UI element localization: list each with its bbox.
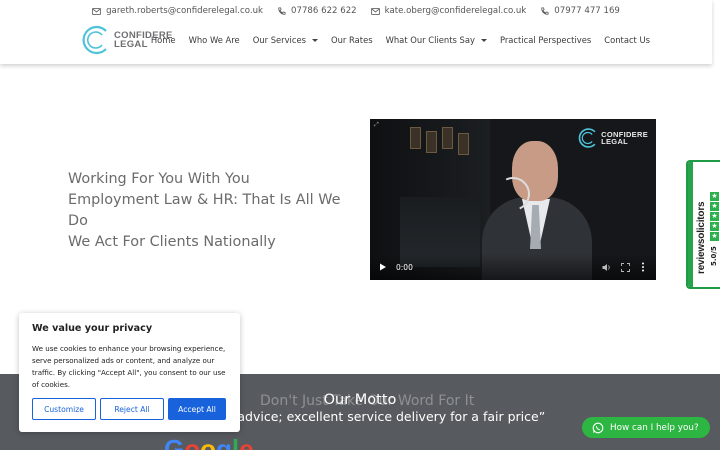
fullscreen-icon[interactable]	[620, 262, 630, 272]
badge-accent-bar	[688, 162, 693, 287]
hero-line-3: We Act For Clients Nationally	[68, 234, 276, 250]
nav-label: Contact Us	[604, 35, 650, 45]
video-scene-frame	[410, 127, 421, 149]
nav-label: Our Rates	[331, 35, 373, 45]
volume-icon[interactable]	[602, 262, 612, 272]
nav-our-rates[interactable]: Our Rates	[331, 35, 373, 45]
hero-line-1: Working For You With You	[68, 171, 250, 187]
nav-label: Who We Are	[188, 35, 240, 45]
whatsapp-label: How can I help you?	[610, 422, 699, 433]
chevron-down-icon	[312, 38, 319, 42]
customize-button[interactable]: Customize	[32, 398, 96, 420]
contact-phone-gareth[interactable]: 07786 622 622	[277, 6, 357, 16]
nav-practical-perspectives[interactable]: Practical Perspectives	[500, 35, 591, 45]
nav-who-we-are[interactable]: Who We Are	[189, 35, 240, 45]
logo-c-icon	[82, 25, 107, 55]
envelope-icon	[92, 7, 101, 15]
google-logo: Google	[164, 434, 254, 450]
logo-c-icon	[578, 128, 596, 148]
contact-email-gareth[interactable]: gareth.roberts@confiderelegal.co.uk	[92, 6, 263, 16]
contact-phone-text: 07977 477 169	[554, 6, 620, 16]
nav-label: Home	[150, 35, 176, 45]
cookie-consent-banner: We value your privacy We use cookies to …	[19, 313, 240, 432]
star-icon: ★	[710, 212, 719, 221]
contact-phone-text: 07786 622 622	[291, 6, 357, 16]
nav-label: Our Services	[252, 35, 307, 45]
chevron-down-icon	[480, 38, 487, 42]
whatsapp-icon	[592, 422, 604, 433]
video-scene-frame	[442, 127, 453, 149]
star-icon: ★	[710, 202, 719, 211]
motto-quote: y advice; excellent service delivery for…	[226, 409, 546, 424]
badge-score-value: 5.0	[710, 253, 718, 266]
page: gareth.roberts@confiderelegal.co.uk 0778…	[0, 0, 720, 450]
hero-line-2: Employment Law & HR: That Is All We Do	[68, 192, 341, 229]
badge-brand-text: reviewsolicitors	[696, 201, 707, 274]
badge-stars: ★ ★ ★ ★ ★	[710, 192, 719, 241]
review-solicitors-badge[interactable]: reviewsolicitors ★ ★ ★ ★ ★ 5.0/5	[686, 160, 720, 289]
hero-heading: Working For You With You Employment Law …	[68, 169, 348, 253]
contact-email-kate[interactable]: kate.oberg@confiderelegal.co.uk	[370, 6, 527, 16]
cookie-description: We use cookies to enhance your browsing …	[32, 344, 226, 389]
cookie-buttons: Customize Reject All Accept All	[32, 398, 226, 420]
badge-score-suffix: /5	[710, 246, 718, 254]
video-player[interactable]: ⤢ CONFIDERE LEGAL 0:00	[370, 119, 656, 280]
video-time: 0:00	[396, 262, 413, 272]
video-watermark-logo: CONFIDERE LEGAL	[577, 127, 648, 149]
contact-email-text: gareth.roberts@confiderelegal.co.uk	[106, 6, 264, 16]
site-header: gareth.roberts@confiderelegal.co.uk 0778…	[0, 0, 712, 64]
nav-home[interactable]: Home	[151, 35, 176, 45]
video-corner-icon: ⤢	[374, 121, 379, 128]
phone-icon	[278, 6, 286, 15]
video-logo-line-2: LEGAL	[601, 137, 629, 146]
more-options-icon[interactable]	[638, 262, 648, 272]
phone-icon	[541, 6, 549, 15]
nav-our-services[interactable]: Our Services	[252, 35, 319, 45]
contact-bar: gareth.roberts@confiderelegal.co.uk 0778…	[0, 6, 712, 16]
contact-email-text: kate.oberg@confiderelegal.co.uk	[384, 6, 527, 16]
badge-score: 5.0/5	[710, 246, 718, 266]
contact-phone-kate[interactable]: 07977 477 169	[540, 6, 620, 16]
accept-all-button[interactable]: Accept All	[168, 398, 226, 420]
nav-what-our-clients-say[interactable]: What Our Clients Say	[386, 35, 487, 45]
envelope-icon	[370, 7, 380, 15]
video-logo-text: CONFIDERE LEGAL	[601, 131, 648, 146]
nav-contact-us[interactable]: Contact Us	[604, 35, 650, 45]
star-icon: ★	[710, 232, 719, 241]
nav-label: What Our Clients Say	[385, 35, 475, 45]
main-nav: Home Who We Are Our Services Our Rates W…	[151, 35, 650, 45]
nav-label: Practical Perspectives	[499, 35, 592, 45]
cookie-title: We value your privacy	[32, 323, 153, 334]
whatsapp-chat-button[interactable]: How can I help you?	[582, 417, 710, 438]
video-scene-frame	[458, 133, 469, 155]
video-scene-frame	[426, 131, 437, 153]
play-icon[interactable]	[378, 262, 388, 272]
video-controls: 0:00	[370, 254, 656, 280]
star-icon: ★	[710, 192, 719, 201]
star-icon: ★	[710, 222, 719, 231]
reject-all-button[interactable]: Reject All	[100, 398, 164, 420]
